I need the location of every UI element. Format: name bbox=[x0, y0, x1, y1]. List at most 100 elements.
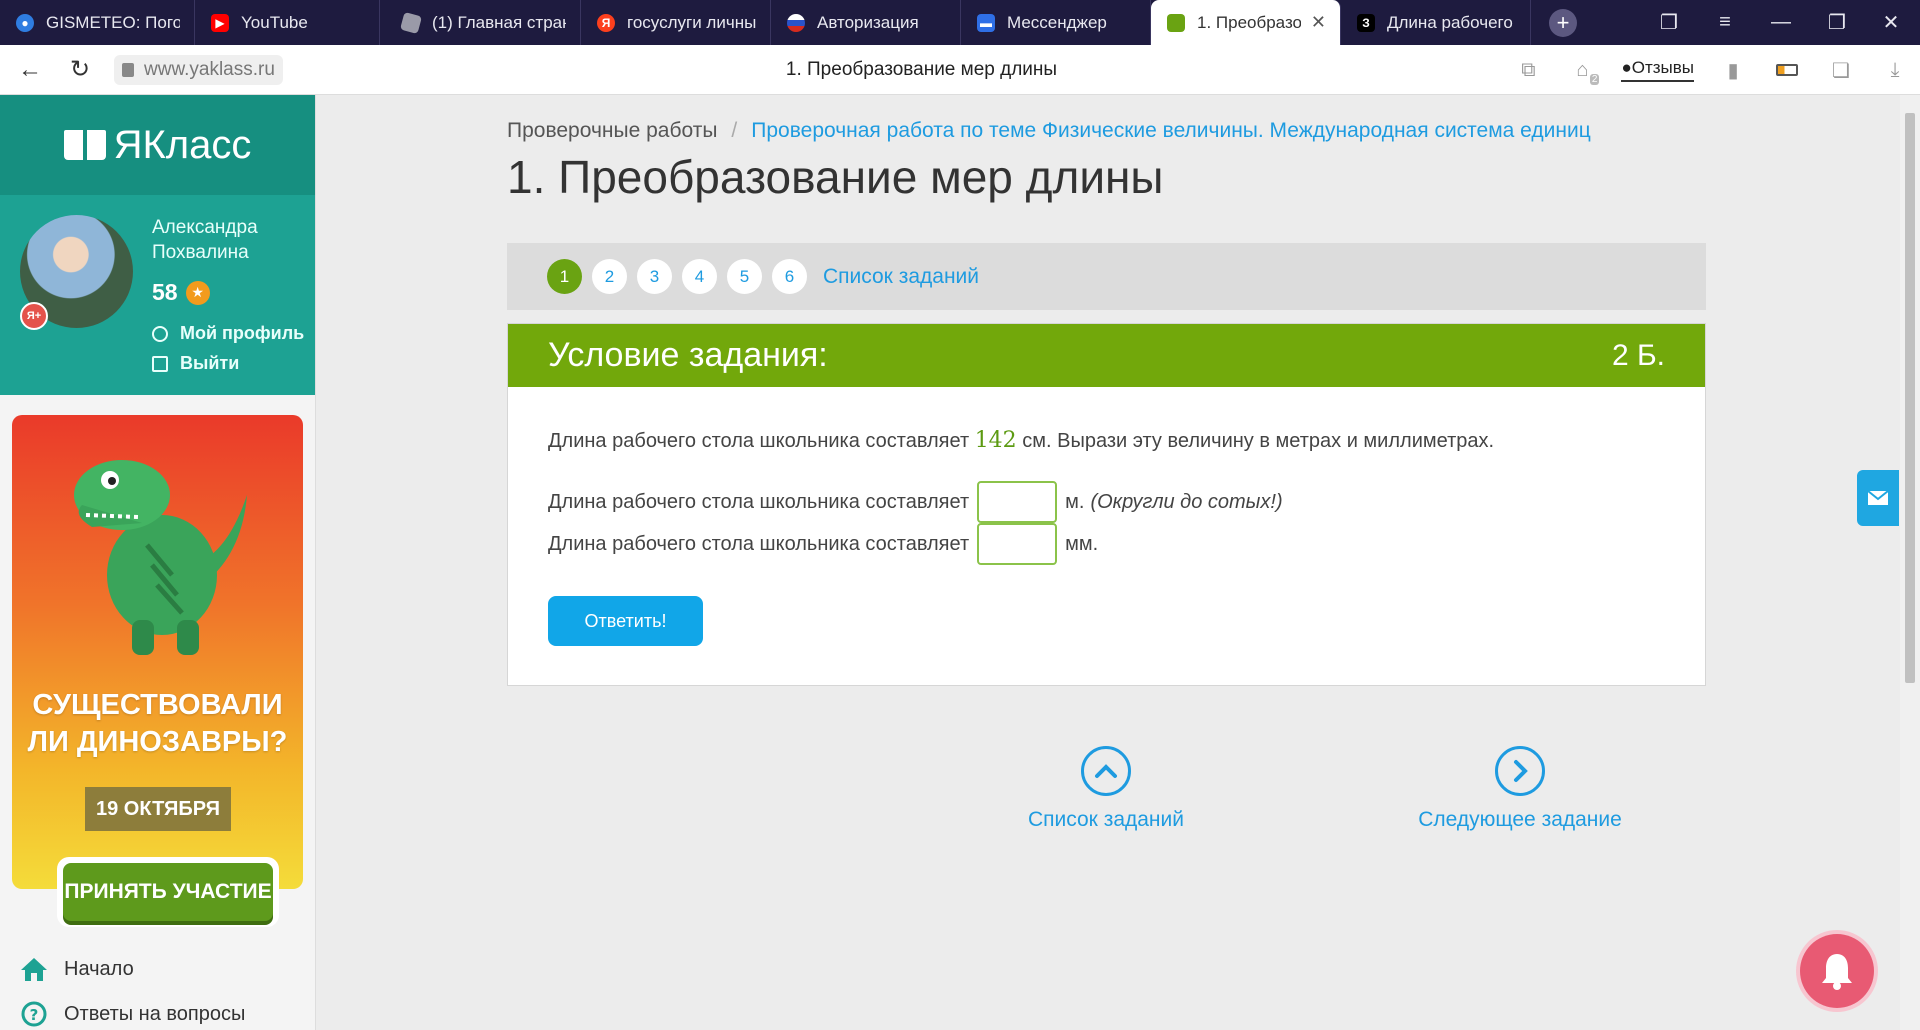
task-list-nav[interactable]: Список заданий bbox=[1006, 746, 1206, 832]
step-1[interactable]: 1 bbox=[547, 259, 582, 294]
user-profile-panel: Я+ Александра Похвалина 58 ★ Мой профиль… bbox=[0, 195, 315, 395]
task-list-link[interactable]: Список заданий bbox=[823, 265, 979, 289]
task-header: Условие задания: 2 Б. bbox=[508, 324, 1705, 387]
lock-icon bbox=[122, 62, 134, 77]
user-name: Александра Похвалина bbox=[152, 217, 258, 263]
chevron-right-icon bbox=[1495, 746, 1545, 796]
tab-label: Авторизация bbox=[817, 12, 919, 32]
feedback-button[interactable]: ●Отзывы bbox=[1621, 58, 1694, 82]
promo-banner[interactable]: СУЩЕСТВОВАЛИ ЛИ ДИНОЗАВРЫ? 19 ОКТЯБРЯ ПР… bbox=[12, 415, 303, 927]
millimeters-answer-input[interactable] bbox=[977, 523, 1058, 565]
rounding-hint: (Округли до сотых!) bbox=[1090, 490, 1283, 513]
close-tab-icon[interactable]: ✕ bbox=[1311, 12, 1326, 33]
tab-yaklass-active[interactable]: 1. Преобразова ✕ bbox=[1151, 0, 1341, 45]
question-value: 142 bbox=[974, 428, 1017, 453]
question-part: см. Вырази эту величину в метрах и милли… bbox=[1022, 430, 1495, 452]
tab-label: (1) Главная страни bbox=[432, 12, 566, 32]
browser-tab-bar: ● GISMETEO: Погода ▶ YouTube (1) Главная… bbox=[0, 0, 1920, 45]
answer-line-label: Длина рабочего стола школьника составляе… bbox=[548, 532, 970, 555]
yaklass-logo[interactable]: ЯКласс bbox=[0, 95, 315, 195]
unit-label: м. bbox=[1065, 490, 1085, 513]
tab-authorization[interactable]: Авторизация bbox=[771, 0, 961, 45]
collections-icon[interactable]: ❏ bbox=[1826, 55, 1856, 85]
menu-icon[interactable]: ≡ bbox=[1696, 0, 1754, 45]
feedback-label: Отзывы bbox=[1631, 58, 1694, 77]
tab-znanija[interactable]: З Длина рабочего с bbox=[1341, 0, 1531, 45]
tab-roblox[interactable]: (1) Главная страни bbox=[386, 0, 581, 45]
user-circle-icon bbox=[152, 325, 168, 342]
russia-flag-icon bbox=[787, 13, 805, 32]
envelope-icon bbox=[1867, 490, 1889, 505]
breadcrumb-separator: / bbox=[731, 119, 738, 142]
translate-icon[interactable]: ⧉ bbox=[1513, 55, 1543, 85]
new-tab-button[interactable]: + bbox=[1549, 8, 1577, 37]
minimize-button[interactable]: — bbox=[1752, 0, 1810, 45]
yaklass-plus-badge: Я+ bbox=[20, 302, 48, 330]
mail-feedback-tab[interactable] bbox=[1857, 470, 1899, 526]
next-task-nav-label: Следующее задание bbox=[1418, 808, 1622, 831]
participate-button[interactable]: ПРИНЯТЬ УЧАСТИЕ bbox=[63, 863, 273, 921]
logout-link[interactable]: Выйти bbox=[152, 353, 239, 374]
question-text: Длина рабочего стола школьника составляе… bbox=[548, 428, 1494, 453]
roblox-icon bbox=[399, 11, 423, 34]
battery-icon[interactable] bbox=[1772, 55, 1802, 85]
back-arrow-icon[interactable]: ← bbox=[10, 50, 50, 90]
download-icon[interactable]: ⤓ bbox=[1880, 55, 1910, 85]
tab-label: GISMETEO: Погода bbox=[46, 12, 180, 32]
breadcrumb: Проверочные работы / Проверочная работа по… bbox=[507, 119, 1591, 143]
restore-button[interactable]: ❐ bbox=[1808, 0, 1866, 45]
tabs-overview-icon[interactable]: ❐ bbox=[1640, 0, 1698, 45]
feedback-bubble-icon: ● bbox=[1621, 58, 1632, 77]
tab-messenger[interactable]: ▬ Мессенджер bbox=[961, 0, 1151, 45]
tab-gismeteo[interactable]: ● GISMETEO: Погода bbox=[0, 0, 195, 45]
points-value: 58 bbox=[152, 279, 178, 305]
question-icon: ? bbox=[20, 1000, 48, 1028]
answer-line-meters: Длина рабочего стола школьника составляе… bbox=[548, 481, 1283, 523]
meters-answer-input[interactable] bbox=[977, 481, 1058, 523]
step-2[interactable]: 2 bbox=[592, 259, 627, 294]
breadcrumb-root[interactable]: Проверочные работы bbox=[507, 119, 717, 142]
task-header-title: Условие задания: bbox=[548, 336, 828, 374]
url-field[interactable]: www.yaklass.ru bbox=[114, 54, 283, 85]
tab-label: 1. Преобразова bbox=[1197, 12, 1301, 32]
sidebar-item-label: Ответы на вопросы bbox=[64, 1002, 246, 1025]
sidebar-item-answers[interactable]: ? Ответы на вопросы bbox=[20, 1000, 245, 1028]
reload-icon[interactable]: ↻ bbox=[60, 50, 100, 90]
bookmark-icon[interactable]: ▮ bbox=[1718, 55, 1748, 85]
protect-icon[interactable]: ⌂ 2 bbox=[1567, 55, 1600, 85]
logout-label: Выйти bbox=[180, 353, 240, 373]
notifications-bell-button[interactable] bbox=[1800, 934, 1874, 1008]
tab-youtube[interactable]: ▶ YouTube bbox=[195, 0, 380, 45]
yandex-icon: Я bbox=[597, 13, 615, 32]
svg-text:?: ? bbox=[30, 1006, 39, 1024]
tab-label: YouTube bbox=[241, 12, 308, 32]
page-scrollbar[interactable] bbox=[1900, 95, 1920, 1030]
scrollbar-thumb[interactable] bbox=[1905, 113, 1915, 683]
next-task-nav[interactable]: Следующее задание bbox=[1400, 746, 1640, 832]
yaklass-icon bbox=[1167, 13, 1185, 32]
close-window-button[interactable]: ✕ bbox=[1862, 0, 1920, 45]
question-part: Длина рабочего стола школьника составляе… bbox=[548, 430, 970, 452]
promo-title: СУЩЕСТВОВАЛИ ЛИ ДИНОЗАВРЫ? bbox=[27, 689, 288, 758]
gismeteo-icon: ● bbox=[16, 13, 34, 32]
task-score: 2 Б. bbox=[1611, 338, 1665, 372]
url-text: www.yaklass.ru bbox=[144, 58, 275, 80]
star-icon: ★ bbox=[185, 280, 210, 305]
my-profile-link[interactable]: Мой профиль bbox=[152, 323, 304, 344]
sidebar-item-home[interactable]: Начало bbox=[20, 955, 134, 983]
breadcrumb-current-link[interactable]: Проверочная работа по теме Физические ве… bbox=[751, 119, 1590, 142]
bell-icon bbox=[1822, 954, 1852, 990]
page-title: 1. Преобразование мер длины bbox=[507, 151, 1164, 203]
sidebar-item-label: Начало bbox=[64, 957, 134, 980]
znanija-icon: З bbox=[1357, 13, 1375, 32]
tab-gosuslugi[interactable]: Я госуслуги личный bbox=[581, 0, 771, 45]
home-icon bbox=[20, 955, 48, 983]
submit-answer-button[interactable]: Ответить! bbox=[548, 596, 703, 646]
tab-label: Мессенджер bbox=[1007, 12, 1107, 32]
step-5[interactable]: 5 bbox=[727, 259, 762, 294]
step-3[interactable]: 3 bbox=[637, 259, 672, 294]
tab-label: госуслуги личный bbox=[627, 12, 756, 32]
user-points: 58 ★ bbox=[152, 279, 210, 306]
step-6[interactable]: 6 bbox=[772, 259, 807, 294]
step-4[interactable]: 4 bbox=[682, 259, 717, 294]
